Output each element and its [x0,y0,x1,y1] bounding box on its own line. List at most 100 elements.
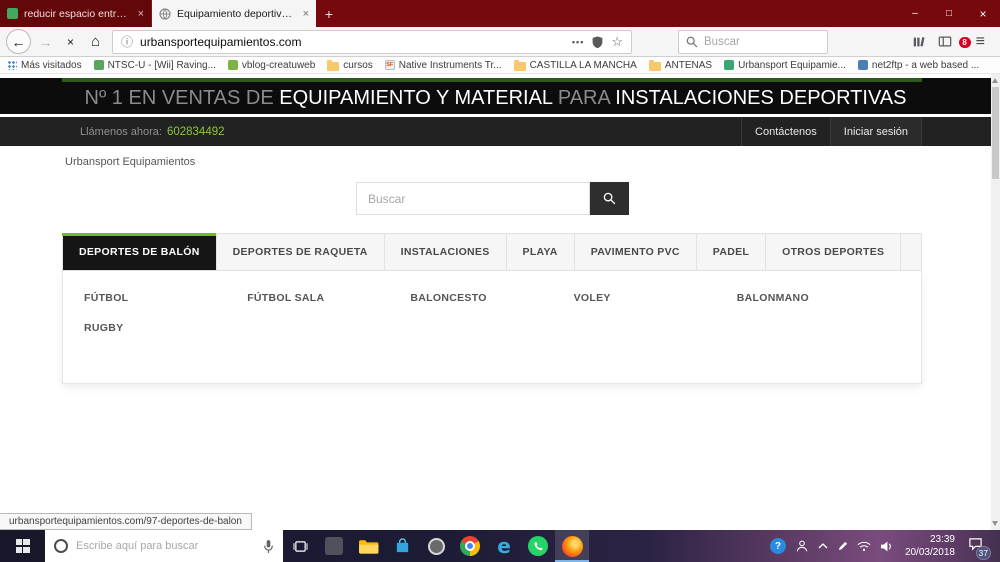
browser-search-input[interactable] [704,35,820,48]
chevron-up-icon[interactable] [818,543,828,549]
menu-deportes-de-raqueta[interactable]: DEPORTES DE RAQUETA [217,234,385,270]
taskbar-app-icons: e [283,530,589,562]
start-button[interactable] [0,530,45,562]
bookmark-net2ftp[interactable]: net2ftp - a web based ... [857,60,979,71]
task-view-button[interactable] [283,530,317,562]
dropdown-balonmano[interactable]: BALONMANO [737,292,900,304]
volume-icon[interactable] [880,540,893,552]
url-input[interactable] [140,34,565,49]
folder-icon [327,59,340,71]
edge-icon: e [497,534,511,558]
time-text: 23:39 [929,534,955,545]
whatsapp-button[interactable] [521,530,555,562]
bookmark-star-icon[interactable]: ☆ [611,35,623,48]
browser-tab-2[interactable]: Equipamiento deportivo para e × [152,0,316,27]
bookmark-ntsc[interactable]: NTSC-U - [Wii] Raving... [93,60,216,71]
sidebar-icon[interactable] [938,35,952,48]
banner-headline: Nº 1 EN VENTAS DE EQUIPAMIENTO Y MATERIA… [0,83,991,114]
chrome-button[interactable] [453,530,487,562]
hero-banner: Nº 1 EN VENTAS DE EQUIPAMIENTO Y MATERIA… [0,78,991,114]
menu-pavimento-pvc[interactable]: PAVIMENTO PVC [575,234,697,270]
bookmark-urbansport[interactable]: Urbansport Equipamie... [724,60,846,71]
menu-playa[interactable]: PLAYA [507,234,575,270]
bookmark-castilla[interactable]: CASTILLA LA MANCHA [513,59,637,71]
firefox-button[interactable] [555,530,589,562]
taskbar-search[interactable] [45,530,283,562]
back-button[interactable]: ← [6,29,31,54]
favicon [93,60,104,70]
file-explorer-button[interactable] [351,530,385,562]
bookmark-label: cursos [343,59,373,71]
login-button[interactable]: Iniciar sesión [829,117,922,146]
people-icon[interactable] [795,539,809,553]
page-actions-icon[interactable]: ••• [572,37,584,47]
tab2-close-icon[interactable]: × [303,8,309,20]
network-icon[interactable] [857,541,871,552]
browser-tab-1[interactable]: reducir espacio entre titulos de × [0,0,152,27]
minimize-button[interactable]: – [898,0,932,27]
microphone-icon[interactable] [263,539,274,554]
scroll-down-icon[interactable] [992,521,998,526]
site-logo[interactable]: Urbansport Equipamientos [65,156,195,168]
dropdown-baloncesto[interactable]: BALONCESTO [410,292,573,304]
menu-instalaciones[interactable]: INSTALACIONES [385,234,507,270]
taskbar-clock[interactable]: 23:39 20/03/2018 [905,533,955,559]
topbar-buttons: Contáctenos Iniciar sesión [741,117,922,146]
app-icon-circle[interactable] [419,530,453,562]
dropdown-voley[interactable]: VOLEY [574,292,737,304]
tab1-close-icon[interactable]: × [138,8,144,20]
browser-search-bar[interactable] [678,29,828,54]
toolbar-right-icons: 8 ≡ [912,33,994,50]
edge-button[interactable]: e [487,530,521,562]
maximize-button[interactable]: □ [932,0,966,27]
bookmark-label: Más visitados [21,59,82,71]
store-button[interactable] [385,530,419,562]
app-icon-generic[interactable] [317,530,351,562]
sourceforge-favicon: SF [384,60,395,70]
menu-padel[interactable]: PADEL [697,234,767,270]
action-center-button[interactable]: 37 [968,537,991,560]
contact-button[interactable]: Contáctenos [741,117,830,146]
grid-icon [7,60,17,70]
bookmark-label: vblog-creatuweb [241,59,316,71]
bookmark-native-instruments[interactable]: SF Native Instruments Tr... [384,60,502,71]
dropdown-rugby[interactable]: RUGBY [84,322,247,334]
bookmark-antenas[interactable]: ANTENAS [648,59,713,71]
site-search-input[interactable] [356,182,590,215]
url-bar[interactable]: ⓘ ••• ☆ [112,29,632,54]
bookmark-mas-visitados[interactable]: Más visitados [7,60,82,71]
site-info-icon[interactable]: ⓘ [121,36,133,48]
shield-icon[interactable] [591,35,604,49]
banner-text-muted: PARA [557,87,616,109]
bookmark-cursos[interactable]: cursos [327,59,373,71]
bookmark-label: ANTENAS [664,59,713,71]
extension-badge: 8 [958,36,971,48]
navigation-toolbar: ← → × ⌂ ⓘ ••• ☆ [0,27,1000,57]
home-button[interactable]: ⌂ [83,29,108,54]
stop-button[interactable]: × [58,29,83,54]
dropdown-futbol[interactable]: FÚTBOL [84,292,247,304]
tab2-title: Equipamiento deportivo para e [177,7,297,20]
help-icon[interactable]: ? [769,538,786,554]
banner-text-strong: EQUIPAMIENTO Y MATERIAL [279,87,558,109]
banner-green-strip [62,78,922,82]
close-button[interactable]: × [966,0,1000,27]
menu-deportes-de-balon[interactable]: DEPORTES DE BALÓN [62,233,217,270]
taskbar-search-input[interactable] [76,540,255,552]
new-tab-button[interactable]: + [316,0,342,27]
page-scrollbar[interactable] [991,74,1000,530]
dropdown-futbol-sala[interactable]: FÚTBOL SALA [247,292,410,304]
forward-button[interactable]: → [33,29,58,54]
menu-otros-deportes[interactable]: OTROS DEPORTES [766,234,902,270]
scroll-up-icon[interactable] [992,78,998,83]
library-icon[interactable] [912,35,926,49]
favicon [227,60,238,70]
bookmark-vblog[interactable]: vblog-creatuweb [227,59,316,71]
window-controls: – □ × [898,0,1000,27]
hamburger-menu-icon[interactable]: ≡ [976,33,985,50]
scrollbar-thumb[interactable] [992,87,999,179]
pen-icon[interactable] [837,541,848,552]
notification-badge: 37 [975,545,991,560]
bookmark-label: Urbansport Equipamie... [738,59,846,71]
site-search-button[interactable] [590,182,629,215]
